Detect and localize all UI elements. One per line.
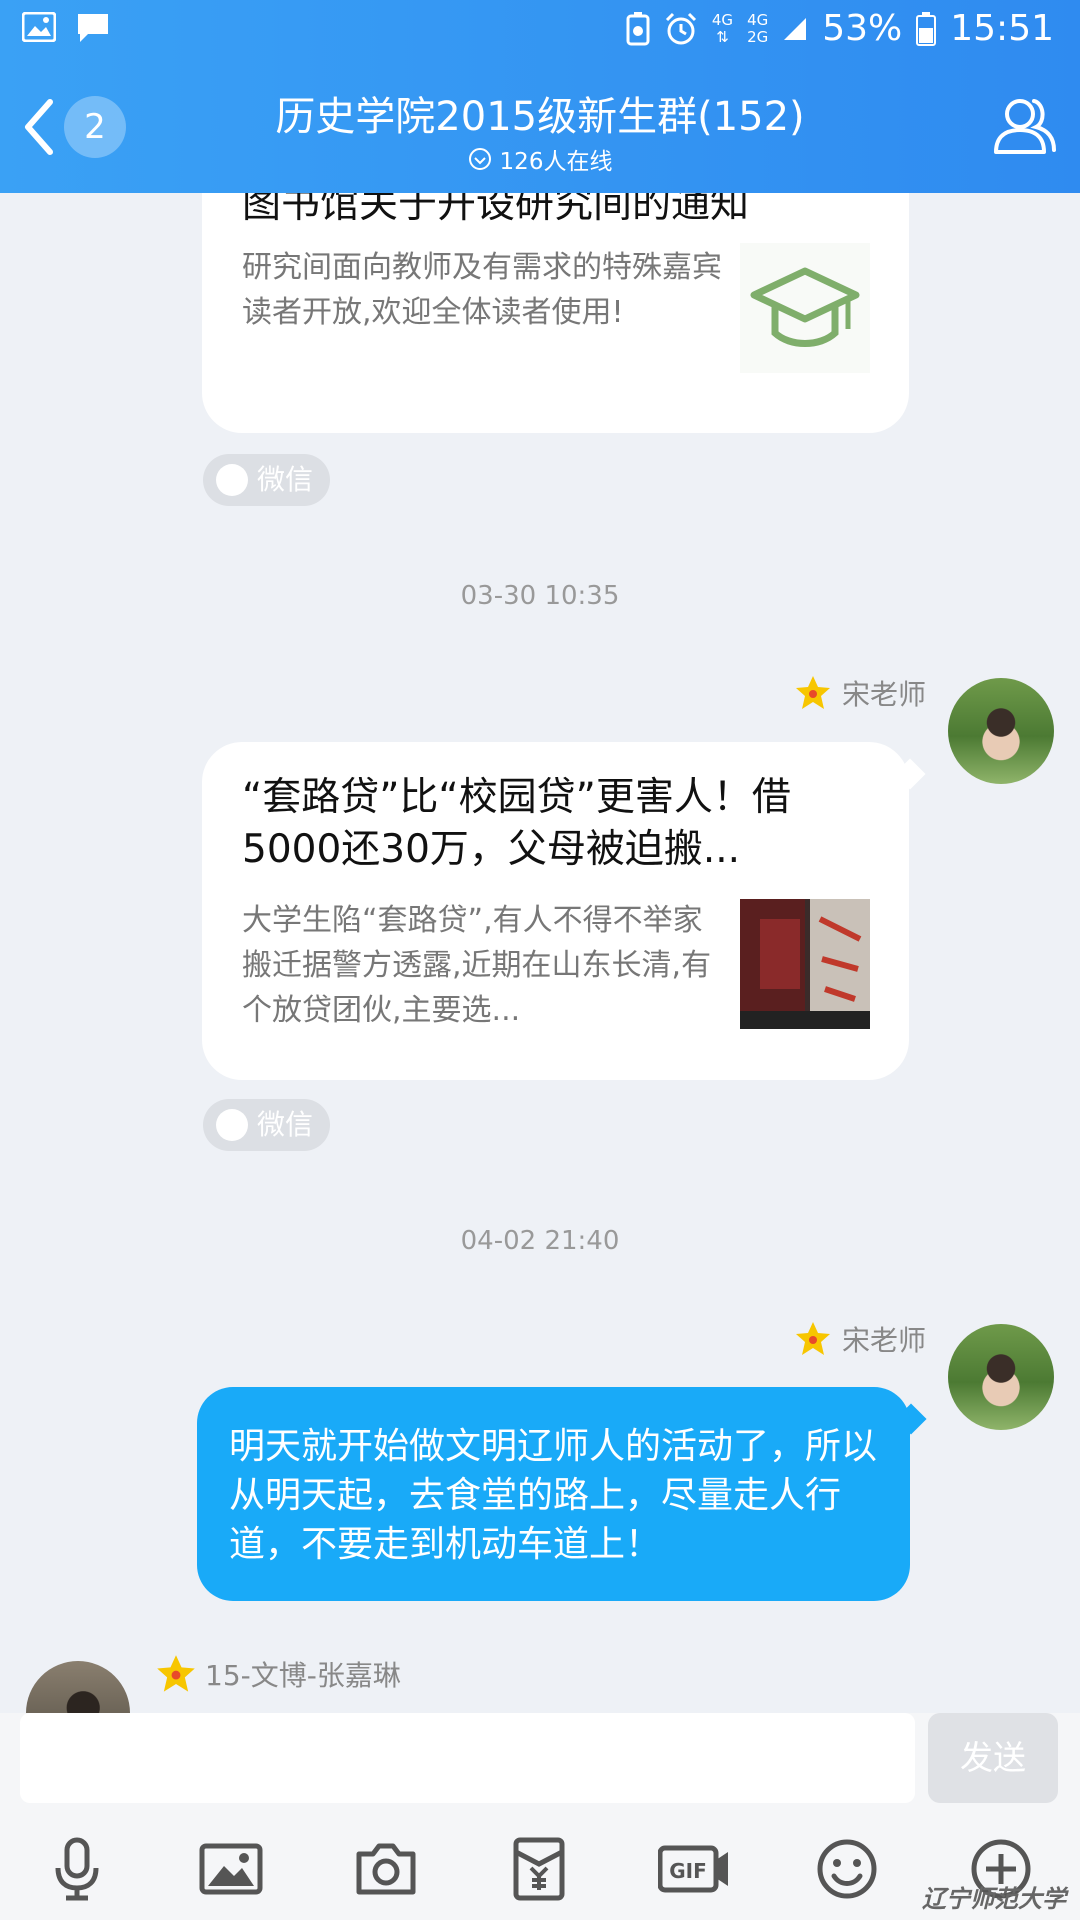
alarm-icon [665, 12, 696, 44]
signal-icon [784, 17, 807, 40]
nav-bar: 2 历史学院2015级新生群(152) 126人在线 [0, 62, 1080, 193]
svg-text:GIF: GIF [669, 1859, 707, 1883]
article-description: 大学生陷“套路贷”,有人不得不举家搬迁据警方透露,近期在山东长清,有个放贷团伙,… [242, 903, 712, 1028]
gallery-notification-icon [22, 12, 56, 42]
article-thumbnail [740, 899, 870, 1029]
article-description: 研究间面向教师及有需求的特殊嘉宾读者开放,欢迎全体读者使用! [242, 250, 722, 330]
online-count: 126人在线 [499, 149, 613, 175]
source-wechat-tag: 微信 [203, 454, 330, 506]
star-badge-icon [157, 1655, 195, 1692]
group-title: 历史学院2015级新生群(152) [275, 94, 805, 140]
source-wechat-tag: 微信 [203, 1099, 330, 1151]
message-input[interactable] [20, 1713, 915, 1803]
graduation-cap-icon [740, 243, 870, 373]
shared-article-card[interactable]: 图书馆关于开设研究间的通知 研究间面向教师及有需求的特殊嘉宾读者开放,欢迎全体读… [202, 193, 909, 433]
battery-percent: 53% [822, 8, 903, 49]
chat-area[interactable]: 图书馆关于开设研究间的通知 研究间面向教师及有需求的特殊嘉宾读者开放,欢迎全体读… [0, 193, 1080, 1713]
gif-icon[interactable]: GIF [658, 1836, 730, 1902]
header: 4G ⇅ 4G 2G 53% 15:51 2 历史学院2015级新生群(152) 1… [0, 0, 1080, 193]
timestamp: 03-30 10:35 [460, 581, 620, 611]
status-bar: 4G ⇅ 4G 2G 53% 15:51 [0, 0, 1080, 62]
star-badge-icon [795, 676, 830, 709]
data-saver-icon [626, 11, 650, 45]
battery-icon [916, 11, 937, 46]
online-status: 126人在线 [0, 142, 1080, 176]
clock: 15:51 [950, 8, 1054, 49]
input-bar: 发送 GIF 辽宁师范大学 [0, 1713, 1080, 1920]
avatar[interactable] [26, 1661, 130, 1713]
text-message-bubble[interactable]: 明天就开始做文明辽师人的活动了，所以从明天起，去食堂的路上，尽量走人行道，不要走… [197, 1387, 910, 1601]
star-badge-icon [795, 1322, 830, 1355]
avatar[interactable] [948, 1324, 1054, 1430]
camera-icon[interactable] [353, 1836, 419, 1902]
source-image-icon [216, 1109, 248, 1141]
microphone-icon[interactable] [44, 1836, 110, 1902]
source-image-icon [216, 464, 248, 496]
send-button[interactable]: 发送 [928, 1713, 1058, 1803]
online-check-icon [468, 148, 491, 170]
sender-name: 宋老师 [794, 1319, 926, 1359]
timestamp: 04-02 21:40 [460, 1226, 620, 1256]
shared-article-card[interactable]: “套路贷”比“校园贷”更害人！借5000还30万，父母被迫搬... 大学生陷“套… [202, 742, 909, 1080]
avatar[interactable] [948, 678, 1054, 784]
message-notification-icon [78, 14, 108, 42]
network-dual-label: 4G 2G [747, 10, 769, 46]
sender-name: 15-文博-张嘉琳 [155, 1653, 401, 1695]
sender-name: 宋老师 [794, 673, 926, 713]
watermark: 辽宁师范大学 [922, 1885, 1066, 1913]
emoji-icon[interactable] [814, 1836, 880, 1902]
article-title: 图书馆关于开设研究间的通知 [242, 193, 750, 227]
image-icon[interactable] [198, 1836, 264, 1902]
red-packet-icon[interactable] [506, 1836, 572, 1902]
article-title: “套路贷”比“校园贷”更害人！借5000还30万，父母被迫搬... [242, 775, 791, 872]
network-4g-label: 4G ⇅ [711, 10, 734, 46]
group-members-icon[interactable] [992, 92, 1058, 158]
